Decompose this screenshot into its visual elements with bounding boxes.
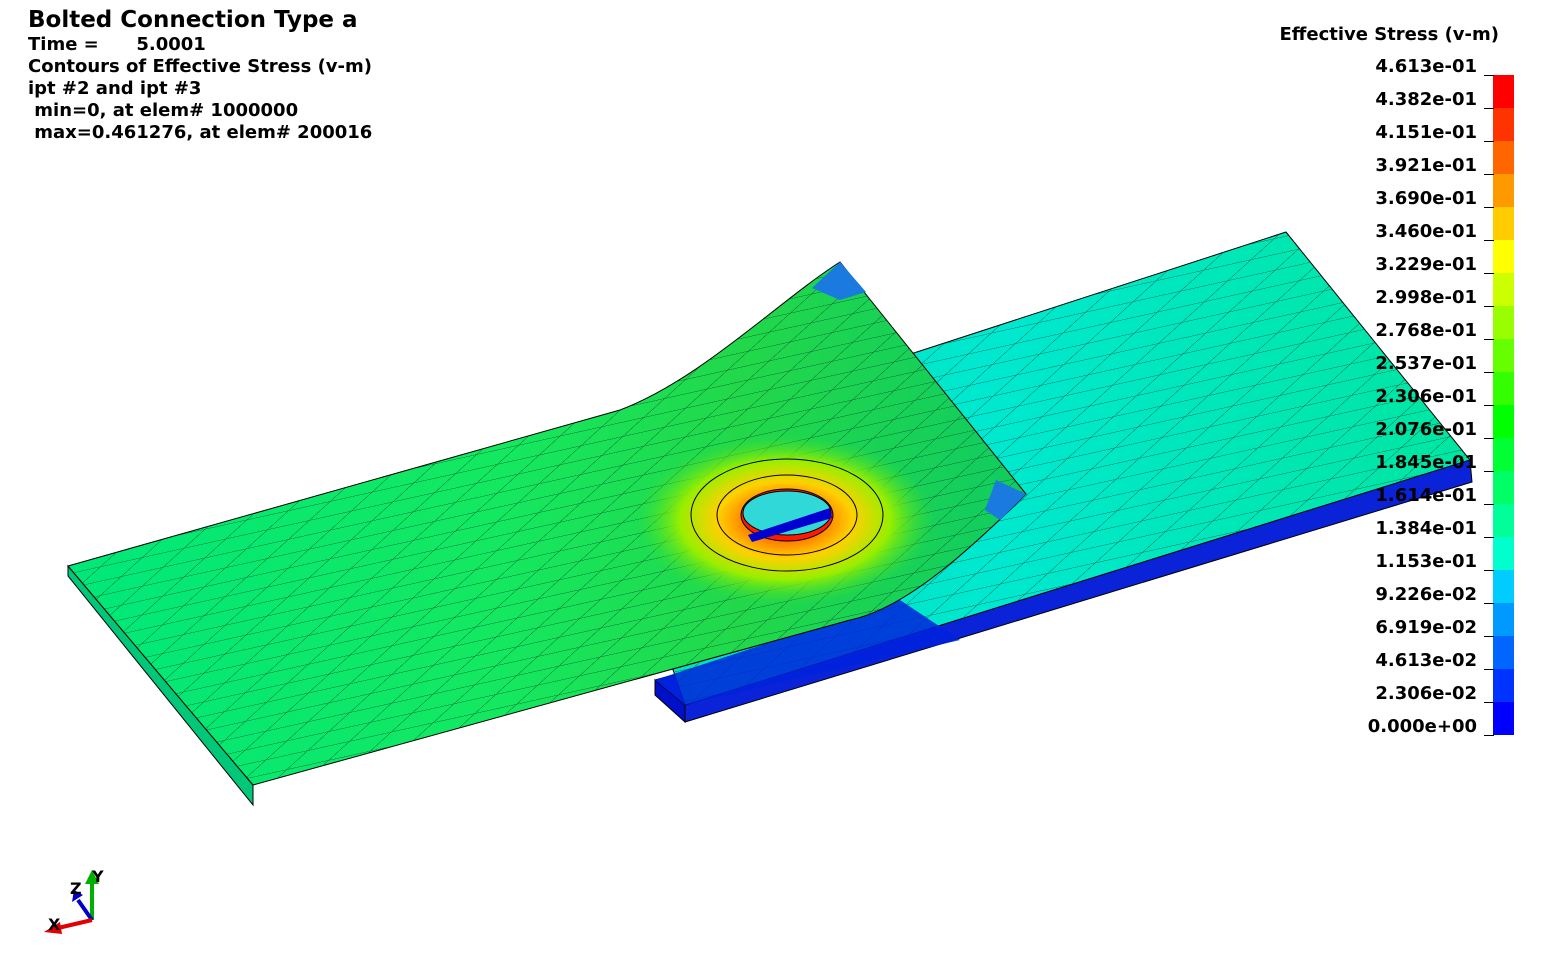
legend-tick-mark bbox=[1484, 405, 1494, 406]
legend-tick-label: 4.151e-01 bbox=[1375, 122, 1477, 143]
fe-model-view bbox=[67, 231, 1473, 807]
legend-color-cell bbox=[1493, 372, 1514, 405]
legend-tick-label: 4.382e-01 bbox=[1375, 89, 1477, 110]
legend-tick-label: 3.921e-01 bbox=[1375, 155, 1477, 176]
legend-tick-mark bbox=[1484, 471, 1494, 472]
legend-tick-mark bbox=[1484, 207, 1494, 208]
legend-color-cell bbox=[1493, 339, 1514, 372]
axis-x-label: X bbox=[48, 915, 61, 934]
info-header: Bolted Connection Type a Time = 5.0001 C… bbox=[28, 6, 372, 144]
legend-tick-mark bbox=[1484, 702, 1494, 703]
legend-tick-mark bbox=[1484, 735, 1494, 736]
legend-tick-mark bbox=[1484, 273, 1494, 274]
legend-tick-label: 2.306e-01 bbox=[1375, 386, 1477, 407]
legend-tick-label: 1.845e-01 bbox=[1375, 452, 1477, 473]
legend-tick-label: 2.537e-01 bbox=[1375, 353, 1477, 374]
legend-tick-mark bbox=[1484, 504, 1494, 505]
legend-color-cell bbox=[1493, 603, 1514, 636]
legend-color-cell bbox=[1493, 240, 1514, 273]
legend-tick-mark bbox=[1484, 537, 1494, 538]
legend-tick-label: 3.229e-01 bbox=[1375, 254, 1477, 275]
legend-color-cell bbox=[1493, 306, 1514, 339]
axis-y-label: Y bbox=[91, 867, 104, 886]
legend-color-cell bbox=[1493, 438, 1514, 471]
contour-line: Contours of Effective Stress (v-m) bbox=[28, 56, 372, 77]
legend-color-cell bbox=[1493, 669, 1514, 702]
time-line: Time = 5.0001 bbox=[28, 34, 206, 55]
legend-tick-mark bbox=[1484, 174, 1494, 175]
legend-tick-label: 4.613e-01 bbox=[1375, 56, 1477, 77]
legend-tick-label: 9.226e-02 bbox=[1375, 584, 1477, 605]
legend-tick-label: 2.076e-01 bbox=[1375, 419, 1477, 440]
legend-tick-label: 2.306e-02 bbox=[1375, 683, 1477, 704]
legend-color-cell bbox=[1493, 174, 1514, 207]
legend-tick-mark bbox=[1484, 141, 1494, 142]
legend-tick-label: 1.614e-01 bbox=[1375, 485, 1477, 506]
legend-tick-label: 6.919e-02 bbox=[1375, 617, 1477, 638]
legend-tick-mark bbox=[1484, 438, 1494, 439]
model-title: Bolted Connection Type a bbox=[28, 7, 358, 33]
legend-color-cell bbox=[1493, 273, 1514, 306]
legend-tick-mark bbox=[1484, 372, 1494, 373]
color-legend-bar bbox=[1493, 75, 1514, 735]
legend-tick-mark bbox=[1484, 603, 1494, 604]
legend-tick-label: 3.690e-01 bbox=[1375, 188, 1477, 209]
legend-color-cell bbox=[1493, 207, 1514, 240]
legend-tick-label: 1.153e-01 bbox=[1375, 551, 1477, 572]
legend-tick-mark bbox=[1484, 669, 1494, 670]
ipt-line: ipt #2 and ipt #3 bbox=[28, 78, 202, 99]
legend-tick-mark bbox=[1484, 339, 1494, 340]
legend-tick-label: 2.998e-01 bbox=[1375, 287, 1477, 308]
legend-tick-mark bbox=[1484, 636, 1494, 637]
legend-tick-label: 3.460e-01 bbox=[1375, 221, 1477, 242]
legend-title: Effective Stress (v-m) bbox=[1279, 24, 1500, 45]
legend-tick-label: 0.000e+00 bbox=[1367, 716, 1477, 737]
legend-tick-mark bbox=[1484, 570, 1494, 571]
legend-color-cell bbox=[1493, 75, 1514, 108]
legend-tick-mark bbox=[1484, 240, 1494, 241]
legend-color-cell bbox=[1493, 108, 1514, 141]
legend-color-cell bbox=[1493, 537, 1514, 570]
legend-tick-mark bbox=[1484, 108, 1494, 109]
legend-tick-mark bbox=[1484, 306, 1494, 307]
legend-color-cell bbox=[1493, 141, 1514, 174]
min-line: min=0, at elem# 1000000 bbox=[28, 100, 299, 121]
legend-color-cell bbox=[1493, 405, 1514, 438]
legend-color-cell bbox=[1493, 570, 1514, 603]
axis-z-label: Z bbox=[70, 879, 82, 898]
legend-color-cell bbox=[1493, 636, 1514, 669]
upper-plate bbox=[67, 261, 1027, 807]
legend-tick-label: 1.384e-01 bbox=[1375, 518, 1477, 539]
legend-color-cell bbox=[1493, 702, 1514, 735]
legend-tick-label: 2.768e-01 bbox=[1375, 320, 1477, 341]
max-line: max=0.461276, at elem# 200016 bbox=[28, 122, 373, 143]
legend-tick-mark bbox=[1484, 75, 1494, 76]
legend-tick-label: 4.613e-02 bbox=[1375, 650, 1477, 671]
legend-color-cell bbox=[1493, 504, 1514, 537]
legend-color-cell bbox=[1493, 471, 1514, 504]
axis-triad: Y Z X bbox=[44, 867, 104, 934]
